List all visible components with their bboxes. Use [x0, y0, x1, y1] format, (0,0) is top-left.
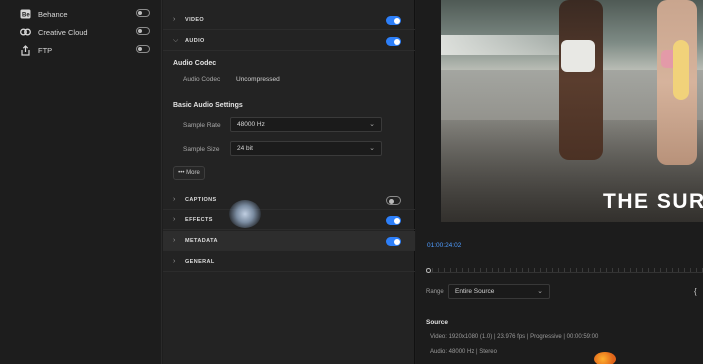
destination-label: Behance [38, 9, 68, 19]
chevron-right-icon: › [173, 16, 176, 23]
destination-creative-cloud[interactable]: Creative Cloud [20, 24, 160, 40]
source-video-info: Video: 1920x1080 (1.0) | 23.976 fps | Pr… [430, 334, 599, 340]
destination-behance[interactable]: Be Behance [20, 6, 160, 22]
sample-size-value: 24 bit [237, 145, 253, 152]
audio-codec-heading: Audio Codec [173, 60, 217, 67]
behance-icon: Be [20, 9, 31, 20]
sample-size-select[interactable]: 24 bit ⌄ [230, 141, 382, 156]
section-title: VIDEO [185, 16, 205, 23]
audio-toggle[interactable] [386, 37, 401, 46]
chevron-right-icon: › [173, 258, 176, 265]
section-audio[interactable]: ⌵ AUDIO [163, 31, 415, 51]
video-preview[interactable]: THE SURF [441, 0, 703, 222]
section-title: AUDIO [185, 37, 205, 44]
range-label: Range [426, 289, 444, 295]
section-effects[interactable]: › EFFECTS [163, 210, 415, 230]
section-general[interactable]: › GENERAL [163, 252, 415, 272]
source-audio-info: Audio: 48000 Hz | Stereo [430, 349, 497, 355]
section-captions[interactable]: › CAPTIONS [163, 190, 415, 210]
section-title: EFFECTS [185, 216, 213, 223]
chevron-down-icon: ⌄ [369, 121, 375, 128]
export-settings-panel: › VIDEO ⌵ AUDIO Audio Codec Audio Codec … [163, 0, 415, 364]
creative-cloud-toggle[interactable] [136, 27, 150, 35]
ftp-toggle[interactable] [136, 45, 150, 53]
playhead-handle[interactable] [426, 268, 431, 273]
section-video[interactable]: › VIDEO [163, 10, 415, 30]
effects-toggle[interactable] [386, 216, 401, 225]
preview-panel: THE SURF 01:00:24:02 Range Entire Source… [416, 0, 703, 364]
ftp-upload-icon [20, 44, 31, 56]
section-title: CAPTIONS [185, 196, 217, 203]
behance-toggle[interactable] [136, 9, 150, 17]
chevron-right-icon: › [173, 196, 176, 203]
sample-rate-select[interactable]: 48000 Hz ⌄ [230, 117, 382, 132]
range-select[interactable]: Entire Source ⌄ [448, 284, 550, 299]
basic-audio-settings-heading: Basic Audio Settings [173, 102, 243, 109]
section-title: METADATA [185, 237, 218, 244]
audio-codec-label: Audio Codec [183, 76, 221, 83]
surfboard-yellow [673, 40, 689, 100]
metadata-toggle[interactable] [386, 237, 401, 246]
watermark-logo [594, 352, 616, 364]
audio-codec-value: Uncompressed [236, 76, 280, 83]
chevron-down-icon: ⌄ [537, 288, 543, 295]
sample-size-label: Sample Size [183, 146, 220, 153]
destination-ftp[interactable]: FTP [20, 42, 160, 58]
in-point-bracket-icon[interactable]: { [694, 287, 697, 296]
timecode: 01:00:24:02 [427, 242, 462, 249]
sample-rate-value: 48000 Hz [237, 121, 265, 128]
surfer-left [559, 0, 603, 160]
chevron-right-icon: › [173, 237, 176, 244]
destination-label: FTP [38, 45, 53, 55]
swimsuit-white [561, 40, 595, 72]
svg-text:Be: Be [22, 13, 30, 19]
sample-rate-label: Sample Rate [183, 122, 221, 129]
video-title-overlay: THE SURF [603, 190, 703, 213]
source-heading: Source [426, 319, 449, 326]
destination-label: Creative Cloud [38, 27, 88, 37]
video-toggle[interactable] [386, 16, 401, 25]
timeline-scrubber[interactable] [426, 263, 703, 273]
cursor-highlight [229, 200, 261, 228]
section-metadata[interactable]: › METADATA [163, 231, 415, 251]
range-value: Entire Source [455, 288, 495, 295]
captions-toggle[interactable] [386, 196, 401, 205]
chevron-right-icon: › [173, 216, 176, 223]
chevron-down-icon: ⌄ [369, 145, 375, 152]
chevron-down-icon: ⌵ [173, 36, 179, 44]
section-title: GENERAL [185, 258, 215, 265]
creative-cloud-icon [20, 27, 31, 38]
more-button[interactable]: ••• More [173, 166, 205, 180]
destinations-panel: Be Behance Creative Cloud FTP [0, 0, 162, 364]
